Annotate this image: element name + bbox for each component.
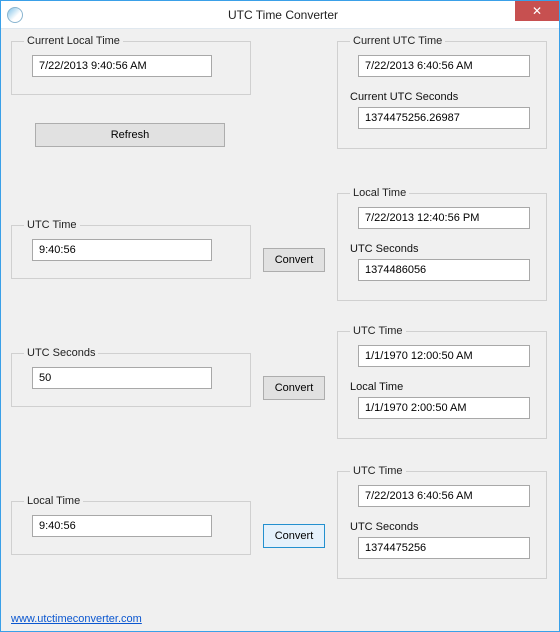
current-local-time-field[interactable] xyxy=(32,55,212,77)
group-current-utc: Current UTC Time Current UTC Seconds xyxy=(337,35,547,149)
convert-local-time-button[interactable]: Convert xyxy=(263,524,325,548)
current-utc-seconds-field[interactable] xyxy=(358,107,530,129)
label-current-utc-seconds: Current UTC Seconds xyxy=(350,91,536,103)
r3-utc-time-field[interactable] xyxy=(358,485,530,507)
legend-local-time: Local Time xyxy=(24,495,83,507)
group-result-2: UTC Time Local Time xyxy=(337,325,547,439)
legend-utc-seconds: UTC Seconds xyxy=(24,347,98,359)
refresh-button[interactable]: Refresh xyxy=(35,123,225,147)
group-local-time-input: Local Time xyxy=(11,495,251,555)
legend-current-local-time: Current Local Time xyxy=(24,35,123,47)
client-area: Current Local Time Refresh UTC Time UTC … xyxy=(1,29,559,631)
r1-utc-seconds-field[interactable] xyxy=(358,259,530,281)
label-r3-utctime: UTC Time xyxy=(350,465,406,477)
titlebar: UTC Time Converter ✕ xyxy=(1,1,559,29)
group-current-local-time: Current Local Time xyxy=(11,35,251,95)
r2-local-time-field[interactable] xyxy=(358,397,530,419)
label-r2-localtime: Local Time xyxy=(350,381,536,393)
window-title: UTC Time Converter xyxy=(7,8,559,22)
r3-utc-seconds-field[interactable] xyxy=(358,537,530,559)
group-utc-seconds-input: UTC Seconds xyxy=(11,347,251,407)
close-button[interactable]: ✕ xyxy=(515,1,559,21)
group-utc-time-input: UTC Time xyxy=(11,219,251,279)
app-window: UTC Time Converter ✕ Current Local Time … xyxy=(0,0,560,632)
group-result-1: Local Time UTC Seconds xyxy=(337,187,547,301)
r1-local-time-field[interactable] xyxy=(358,207,530,229)
label-current-utc-time: Current UTC Time xyxy=(350,35,445,47)
label-r1-utcseconds: UTC Seconds xyxy=(350,243,536,255)
website-link[interactable]: www.utctimeconverter.com xyxy=(11,613,142,625)
close-icon: ✕ xyxy=(532,5,542,17)
legend-utc-time: UTC Time xyxy=(24,219,80,231)
label-r2-utctime: UTC Time xyxy=(350,325,406,337)
label-r1-localtime: Local Time xyxy=(350,187,409,199)
utc-seconds-input[interactable] xyxy=(32,367,212,389)
local-time-input[interactable] xyxy=(32,515,212,537)
current-utc-time-field[interactable] xyxy=(358,55,530,77)
convert-utc-seconds-button[interactable]: Convert xyxy=(263,376,325,400)
utc-time-input[interactable] xyxy=(32,239,212,261)
group-result-3: UTC Time UTC Seconds xyxy=(337,465,547,579)
r2-utc-time-field[interactable] xyxy=(358,345,530,367)
label-r3-utcseconds: UTC Seconds xyxy=(350,521,536,533)
convert-utc-time-button[interactable]: Convert xyxy=(263,248,325,272)
